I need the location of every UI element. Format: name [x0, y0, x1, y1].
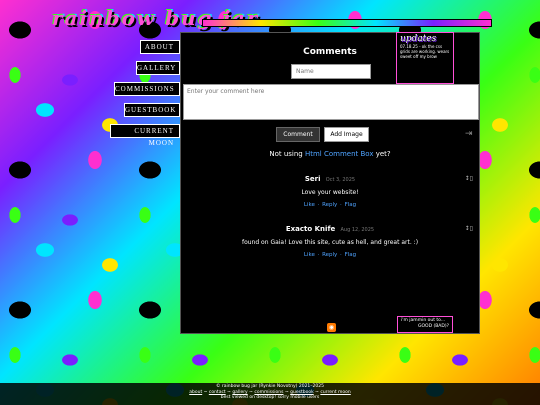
now-playing-title: GOOD (BAD)?: [418, 324, 449, 329]
nav-item-gallery[interactable]: GALLERY: [136, 61, 180, 75]
comment-textarea[interactable]: [183, 84, 479, 120]
like-link[interactable]: Like: [304, 202, 315, 208]
action-separator: ·: [338, 202, 344, 208]
updates-title: updates: [400, 34, 437, 44]
like-link[interactable]: Like: [304, 252, 315, 258]
site-banner: rainbow bug jar: [52, 6, 492, 30]
rss-icon[interactable]: ◉: [327, 323, 336, 332]
vote-icon[interactable]: ↕▯: [465, 225, 473, 232]
now-playing-box: i'm jammin out to... GOOD (BAD)?: [397, 316, 453, 333]
comment-actions: Like · Reply · Flag: [181, 202, 479, 208]
comment-date: Aug 12, 2025: [340, 227, 375, 233]
footer-link-about[interactable]: about: [189, 390, 202, 395]
not-using-notice: Not using Html Comment Box yet?: [181, 150, 479, 158]
comment-author: Exacto Knife: [285, 225, 336, 233]
action-separator: ·: [338, 252, 344, 258]
action-separator: ·: [315, 252, 322, 258]
updates-box[interactable]: updates 07.18.25 - ok the css grids are …: [396, 32, 454, 84]
rainbow-divider: [202, 19, 492, 27]
comment-date: Oct 3, 2025: [325, 177, 356, 183]
vote-icon[interactable]: ↕▯: [465, 175, 473, 182]
comment-actions: Like · Reply · Flag: [181, 252, 479, 258]
comment-item: Exacto Knife Aug 12, 2025 found on Gaia!…: [181, 225, 479, 258]
comment-button[interactable]: Comment: [276, 127, 320, 142]
action-separator: ·: [315, 202, 322, 208]
comment-text: Love your website!: [301, 189, 359, 196]
not-using-prefix: Not using: [269, 150, 303, 158]
comment-text: found on Gaia! Love this site, cute as h…: [241, 239, 419, 246]
footer-link-current-moon[interactable]: current moon: [320, 390, 350, 395]
comment-header: Exacto Knife Aug 12, 2025: [181, 225, 479, 233]
comment-header: Seri Oct 3, 2025: [181, 175, 479, 183]
reply-link[interactable]: Reply: [322, 252, 337, 258]
main-nav: ABOUT GALLERY COMMISSIONS GUESTBOOK CURR…: [110, 40, 180, 147]
html-comment-box-link[interactable]: Html Comment Box: [305, 150, 374, 158]
footer-link-commissions[interactable]: commissions: [254, 390, 283, 395]
login-icon[interactable]: ⇥: [465, 129, 475, 139]
footer-note: best viewed on desktop! sorry mobile use…: [220, 395, 320, 400]
nav-item-guestbook[interactable]: GUESTBOOK: [124, 103, 180, 117]
footer-link-gallery[interactable]: gallery: [232, 390, 247, 395]
add-image-button[interactable]: Add Image: [324, 127, 369, 142]
footer-link-contact[interactable]: contact: [209, 390, 226, 395]
comment-author: Seri: [304, 175, 321, 183]
site-footer: © rainbow bug jar (Rynkie Novotny) 2021–…: [0, 383, 540, 405]
flag-link[interactable]: Flag: [345, 202, 357, 208]
comment-item: Seri Oct 3, 2025 Love your website! Like…: [181, 175, 479, 208]
nav-item-current-moon[interactable]: CURRENT MOON: [110, 124, 180, 147]
footer-link-guestbook[interactable]: guestbook: [290, 390, 314, 395]
not-using-suffix: yet?: [375, 150, 391, 158]
name-input[interactable]: [291, 64, 371, 79]
nav-item-about[interactable]: ABOUT: [140, 40, 180, 54]
updates-text: 07.18.25 - ok the css grids are working.…: [400, 44, 450, 59]
flag-link[interactable]: Flag: [345, 252, 357, 258]
nav-item-commissions[interactable]: COMMISSIONS: [114, 82, 180, 96]
reply-link[interactable]: Reply: [322, 202, 337, 208]
